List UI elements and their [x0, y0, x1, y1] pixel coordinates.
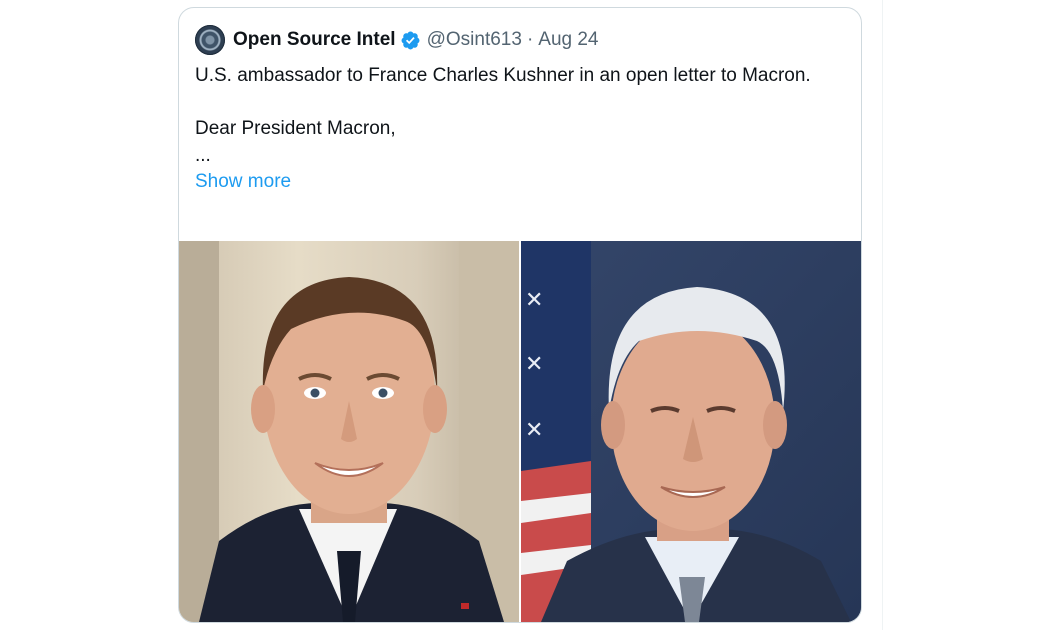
timeline-divider — [882, 0, 883, 630]
tweet-header: Open Source Intel @Osint613 · Aug 24 — [195, 25, 599, 55]
svg-text:✕: ✕ — [525, 352, 543, 377]
svg-text:✕: ✕ — [525, 418, 543, 443]
header-separator: · — [526, 29, 534, 50]
tweet-text: U.S. ambassador to France Charles Kushne… — [195, 63, 835, 196]
author-avatar[interactable] — [195, 25, 225, 55]
tweet-date[interactable]: Aug 24 — [538, 29, 598, 51]
author-display-name[interactable]: Open Source Intel — [233, 29, 396, 51]
svg-text:✕: ✕ — [525, 288, 543, 313]
quoted-tweet-card[interactable]: Open Source Intel @Osint613 · Aug 24 U.S… — [178, 7, 862, 623]
media-photo-left[interactable] — [179, 241, 519, 622]
show-more-link[interactable]: Show more — [195, 171, 291, 192]
verified-badge-icon — [401, 31, 420, 49]
tweet-text-line: ... — [195, 144, 211, 166]
tweet-text-line: Dear President Macron, — [195, 118, 396, 139]
tweet-media-grid: ✕ ✕ ✕ — [179, 241, 861, 622]
author-handle[interactable]: @Osint613 — [427, 29, 522, 51]
media-photo-right[interactable]: ✕ ✕ ✕ — [521, 241, 861, 622]
tweet-text-line: U.S. ambassador to France Charles Kushne… — [195, 65, 811, 86]
